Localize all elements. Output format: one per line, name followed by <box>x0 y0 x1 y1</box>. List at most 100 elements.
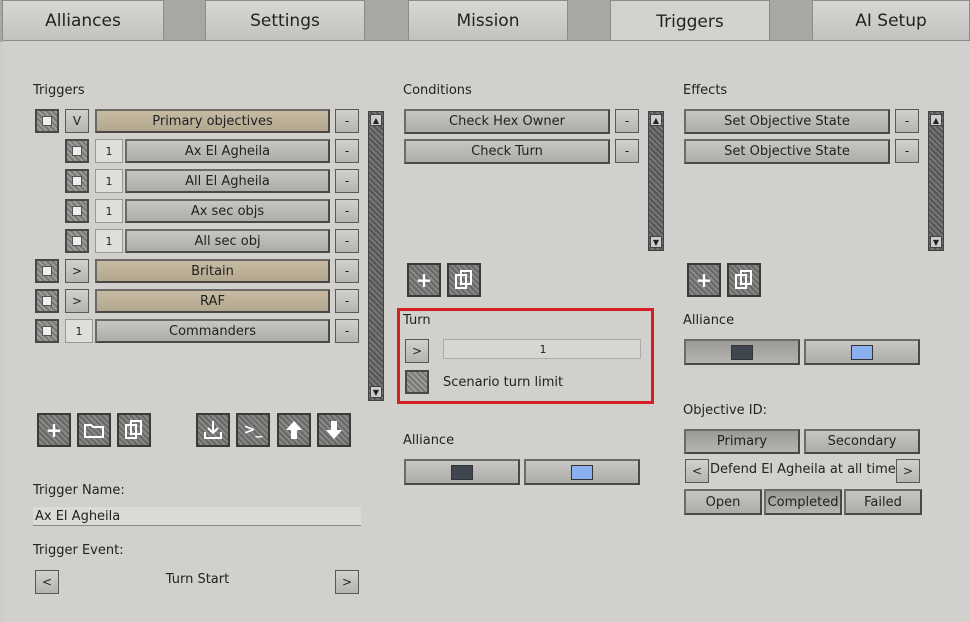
move-up-button[interactable] <box>277 413 311 447</box>
objective-state-open-button[interactable]: Open <box>684 489 762 515</box>
trigger-enable-checkbox[interactable] <box>35 319 59 343</box>
effect-item-button[interactable]: Set Objective State <box>684 139 890 164</box>
trigger-item-button[interactable]: All El Agheila <box>125 169 330 193</box>
trigger-remove-button[interactable]: - <box>335 289 359 313</box>
effect-alliance-label: Alliance <box>683 313 735 328</box>
effect-remove-button[interactable]: - <box>895 109 919 133</box>
checkbox-mark <box>72 236 82 246</box>
condition-remove-button[interactable]: - <box>615 109 639 133</box>
trigger-item-button[interactable]: All sec obj <box>125 229 330 253</box>
folder-icon <box>84 424 104 438</box>
condition-item-button[interactable]: Check Hex Owner <box>404 109 610 134</box>
condition-alliance-allies-button[interactable] <box>524 459 640 485</box>
trigger-enable-checkbox[interactable] <box>35 289 59 313</box>
trigger-enable-checkbox[interactable] <box>65 199 89 223</box>
trigger-remove-button[interactable]: - <box>335 259 359 283</box>
trigger-item-button[interactable]: RAF <box>95 289 330 313</box>
trigger-item-button[interactable]: Ax sec objs <box>125 199 330 223</box>
scroll-up-icon[interactable]: ▲ <box>650 114 662 126</box>
trigger-item-button[interactable]: Primary objectives <box>95 109 330 133</box>
trigger-remove-button[interactable]: - <box>335 319 359 343</box>
copy-icon <box>125 420 142 439</box>
scenario-turn-limit-checkbox[interactable] <box>405 370 429 394</box>
objective-secondary-button[interactable]: Secondary <box>804 429 920 454</box>
effect-item-button[interactable]: Set Objective State <box>684 109 890 134</box>
trigger-remove-button[interactable]: - <box>335 229 359 253</box>
checkbox-mark <box>72 206 82 216</box>
trigger-toggle[interactable]: 1 <box>95 199 123 223</box>
trigger-remove-button[interactable]: - <box>335 109 359 133</box>
trigger-list-scrollbar[interactable]: ▲ ▼ <box>368 111 384 401</box>
objective-next-button[interactable]: > <box>896 459 920 483</box>
trigger-toggle[interactable]: 1 <box>95 229 123 253</box>
checkbox-mark <box>42 266 52 276</box>
objective-state-completed-button[interactable]: Completed <box>764 489 842 515</box>
add-trigger-button[interactable]: + <box>37 413 71 447</box>
console-button[interactable]: >_ <box>236 413 270 447</box>
condition-alliance-axis-button[interactable] <box>404 459 520 485</box>
scroll-down-icon[interactable]: ▼ <box>930 236 942 248</box>
tab-alliances[interactable]: Alliances <box>2 0 164 40</box>
tab-mission[interactable]: Mission <box>408 0 568 40</box>
import-button[interactable] <box>196 413 230 447</box>
console-icon: >_ <box>243 422 263 438</box>
scroll-up-icon[interactable]: ▲ <box>370 114 382 126</box>
trigger-toggle[interactable]: 1 <box>65 319 93 343</box>
add-folder-button[interactable] <box>77 413 111 447</box>
scroll-up-icon[interactable]: ▲ <box>930 114 942 126</box>
trigger-item-button[interactable]: Britain <box>95 259 330 283</box>
trigger-toggle[interactable]: 1 <box>95 139 123 163</box>
tab-ai-setup[interactable]: AI Setup <box>812 0 970 40</box>
trigger-toggle[interactable]: 1 <box>95 169 123 193</box>
scenario-turn-limit-label: Scenario turn limit <box>443 375 564 390</box>
conditions-label: Conditions <box>403 83 472 98</box>
move-down-button[interactable] <box>317 413 351 447</box>
checkbox-mark <box>72 146 82 156</box>
trigger-event-prev-button[interactable]: < <box>35 570 59 594</box>
trigger-enable-checkbox[interactable] <box>65 229 89 253</box>
trigger-enable-checkbox[interactable] <box>35 109 59 133</box>
trigger-remove-button[interactable]: - <box>335 199 359 223</box>
alliance-color-swatch <box>451 464 473 480</box>
effect-remove-button[interactable]: - <box>895 139 919 163</box>
trigger-event-label: Trigger Event: <box>33 543 124 558</box>
copy-condition-button[interactable] <box>447 263 481 297</box>
effect-alliance-allies-button[interactable] <box>804 339 920 365</box>
trigger-toggle[interactable]: V <box>65 109 89 133</box>
trigger-remove-button[interactable]: - <box>335 139 359 163</box>
trigger-name-label: Trigger Name: <box>33 483 125 498</box>
conditions-scrollbar[interactable]: ▲ ▼ <box>648 111 664 251</box>
trigger-toggle[interactable]: > <box>65 289 89 313</box>
add-condition-button[interactable]: + <box>407 263 441 297</box>
objective-state-failed-button[interactable]: Failed <box>844 489 922 515</box>
effect-alliance-axis-button[interactable] <box>684 339 800 365</box>
objective-prev-button[interactable]: < <box>685 459 709 483</box>
scroll-down-icon[interactable]: ▼ <box>370 386 382 398</box>
condition-remove-button[interactable]: - <box>615 139 639 163</box>
trigger-item-button[interactable]: Commanders <box>95 319 330 343</box>
trigger-item-button[interactable]: Ax El Agheila <box>125 139 330 163</box>
effects-scrollbar[interactable]: ▲ ▼ <box>928 111 944 251</box>
turn-toggle-button[interactable]: > <box>405 339 429 363</box>
trigger-enable-checkbox[interactable] <box>65 169 89 193</box>
trigger-enable-checkbox[interactable] <box>35 259 59 283</box>
copy-effect-button[interactable] <box>727 263 761 297</box>
add-effect-button[interactable]: + <box>687 263 721 297</box>
condition-alliance-label: Alliance <box>403 433 455 448</box>
trigger-remove-button[interactable]: - <box>335 169 359 193</box>
checkbox-mark <box>42 296 52 306</box>
tab-settings[interactable]: Settings <box>205 0 365 40</box>
trigger-name-input[interactable]: Ax El Agheila <box>33 507 361 526</box>
scroll-down-icon[interactable]: ▼ <box>650 236 662 248</box>
condition-item-button[interactable]: Check Turn <box>404 139 610 164</box>
turn-value-input[interactable]: 1 <box>443 339 641 359</box>
trigger-toggle[interactable]: > <box>65 259 89 283</box>
trigger-enable-checkbox[interactable] <box>65 139 89 163</box>
alliance-color-swatch <box>731 344 753 360</box>
alliance-color-swatch <box>851 344 873 360</box>
objective-primary-button[interactable]: Primary <box>684 429 800 454</box>
trigger-event-next-button[interactable]: > <box>335 570 359 594</box>
copy-trigger-button[interactable] <box>117 413 151 447</box>
tab-triggers[interactable]: Triggers <box>610 0 770 43</box>
checkbox-mark <box>42 116 52 126</box>
